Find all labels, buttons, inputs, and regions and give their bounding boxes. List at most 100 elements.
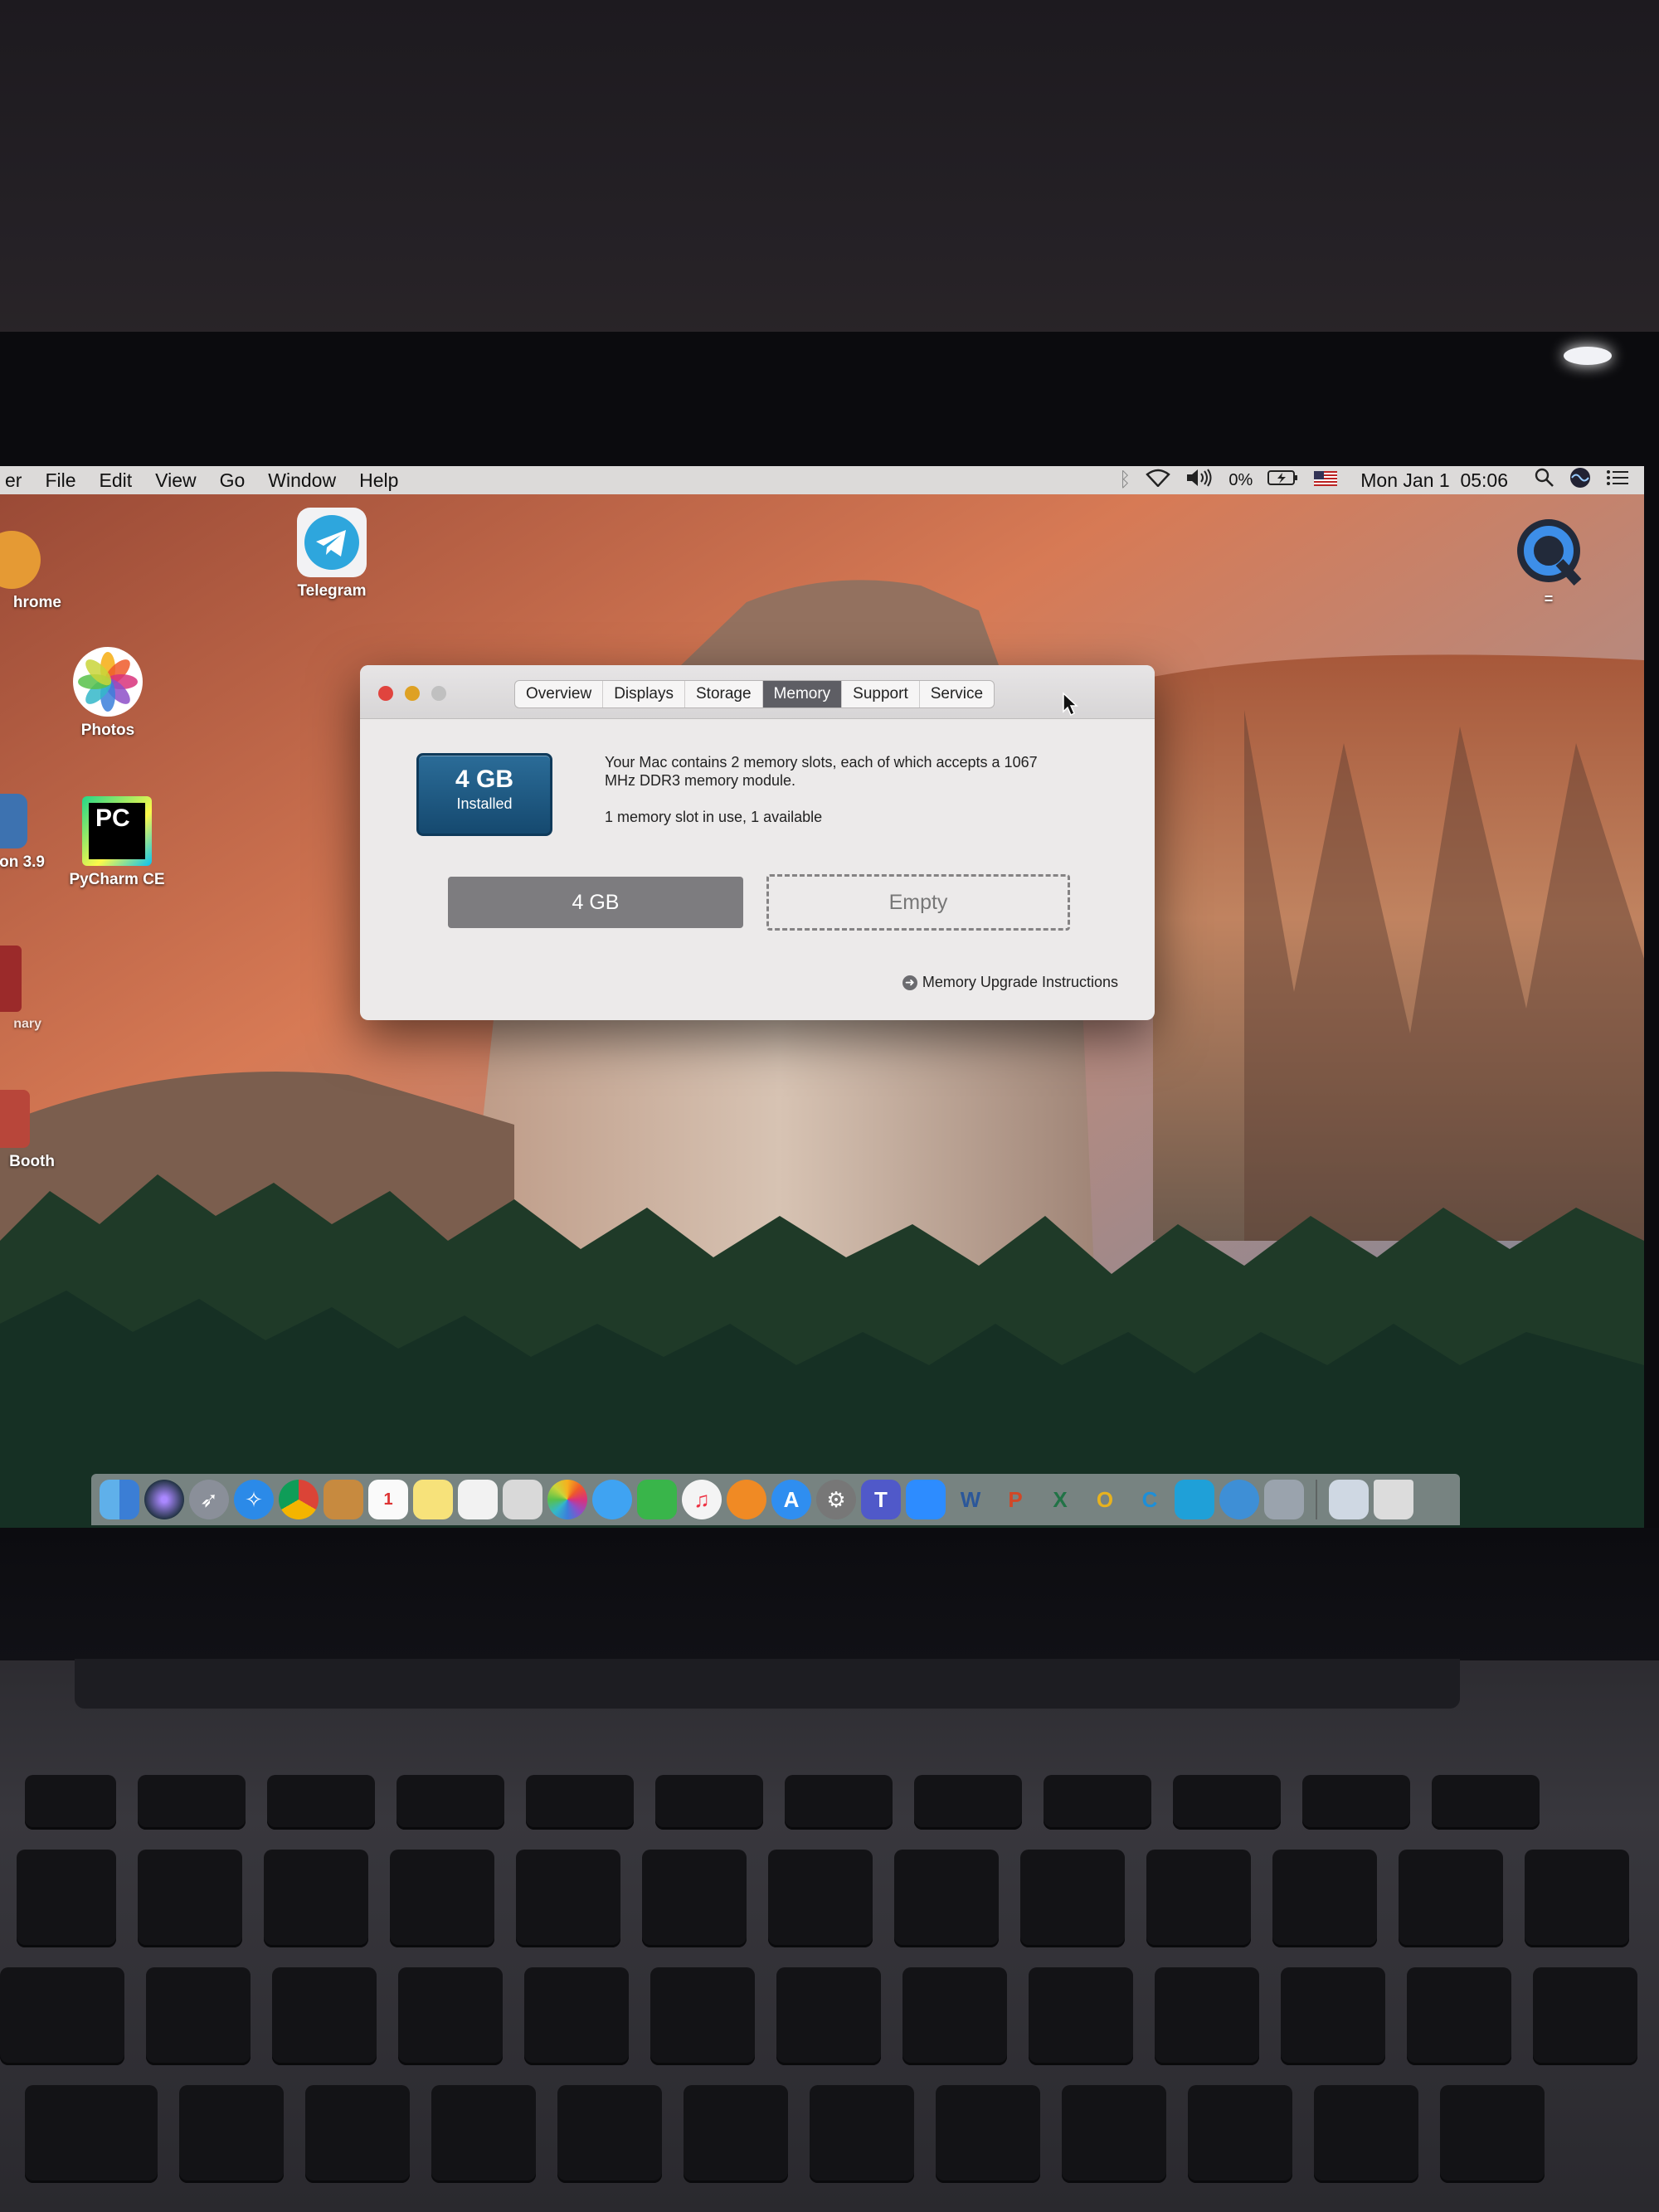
- calendar-icon[interactable]: 1: [368, 1480, 408, 1519]
- system-preferences-icon[interactable]: ⚙: [816, 1480, 856, 1519]
- menu-file[interactable]: File: [33, 469, 87, 492]
- books-icon[interactable]: [727, 1480, 766, 1519]
- network-icon[interactable]: [1219, 1480, 1259, 1519]
- menu-edit[interactable]: Edit: [88, 469, 144, 492]
- window-titlebar[interactable]: Overview Displays Storage Memory Support…: [360, 665, 1155, 719]
- contacts-icon[interactable]: [324, 1480, 363, 1519]
- spotlight-search-icon[interactable]: [1535, 468, 1554, 493]
- messages-icon[interactable]: [592, 1480, 632, 1519]
- wifi-icon[interactable]: [1146, 469, 1171, 493]
- installed-caption: Installed: [456, 795, 513, 812]
- memory-description: Your Mac contains 2 memory slots, each o…: [605, 754, 1038, 789]
- chrome-icon[interactable]: [279, 1480, 319, 1519]
- input-source-flag-icon[interactable]: [1314, 469, 1338, 492]
- photos-icon[interactable]: [547, 1480, 587, 1519]
- dock: ➶ ✧ 1 ♫ A ⚙ T W P X O C: [91, 1474, 1460, 1525]
- siri-icon[interactable]: [1569, 467, 1591, 494]
- slot-usage-text: 1 memory slot in use, 1 available: [605, 809, 823, 825]
- reminders-icon[interactable]: [458, 1480, 498, 1519]
- trash-icon[interactable]: [1374, 1480, 1413, 1519]
- menu-view[interactable]: View: [144, 469, 207, 492]
- number-key-row: [17, 1850, 1629, 1947]
- qwerty-key-row: [0, 1967, 1637, 2065]
- tab-overview[interactable]: Overview: [515, 681, 604, 707]
- desktop-icon-label: PyCharm CE: [69, 871, 165, 888]
- facetime-icon[interactable]: [637, 1480, 677, 1519]
- pycharm-icon: PC: [82, 796, 152, 866]
- tab-service[interactable]: Service: [920, 681, 994, 707]
- clock[interactable]: Mon Jan 1 05:06: [1360, 469, 1508, 492]
- desktop-icon-label: Telegram: [297, 582, 367, 600]
- word-icon[interactable]: W: [951, 1480, 990, 1519]
- close-button[interactable]: [378, 686, 393, 701]
- desktop-icon-label: nary: [13, 1017, 41, 1031]
- outlook-icon[interactable]: O: [1085, 1480, 1125, 1519]
- memory-upgrade-link[interactable]: ➜ Memory Upgrade Instructions: [902, 974, 1118, 991]
- tab-storage[interactable]: Storage: [685, 681, 763, 707]
- quicktime-icon: [1511, 516, 1586, 591]
- tab-displays[interactable]: Displays: [603, 681, 685, 707]
- notification-center-icon[interactable]: [1606, 469, 1629, 493]
- desktop-icon-label: Photos: [80, 722, 135, 739]
- desktop-icon-python[interactable]: on 3.9: [0, 794, 50, 872]
- hinge: [75, 1659, 1460, 1709]
- mouse-cursor-icon: [1062, 692, 1078, 721]
- excel-icon[interactable]: X: [1040, 1480, 1080, 1519]
- function-key-row: [25, 1775, 1540, 1830]
- safari-icon[interactable]: ✧: [234, 1480, 274, 1519]
- installed-amount: 4 GB: [455, 766, 514, 793]
- battery-icon[interactable]: [1267, 469, 1299, 492]
- tab-memory[interactable]: Memory: [762, 681, 843, 707]
- upgrade-link-label: Memory Upgrade Instructions: [922, 974, 1118, 990]
- bottom-bezel: [0, 1528, 1659, 1660]
- desktop-icon-pycharm[interactable]: PC PyCharm CE: [63, 796, 171, 889]
- battery-percent[interactable]: 0%: [1228, 471, 1253, 490]
- home-key-row: [25, 2085, 1545, 2183]
- status-area: ᛒ 0% Mon Jan 1 05:06: [1119, 466, 1629, 494]
- teams-icon[interactable]: T: [861, 1480, 901, 1519]
- onenote-icon[interactable]: C: [1130, 1480, 1170, 1519]
- finder-icon[interactable]: [100, 1480, 139, 1519]
- desktop-icon-quicktime[interactable]: =: [1503, 516, 1594, 608]
- memory-slot-1: 4 GB: [448, 877, 743, 928]
- desktop-icon-photos[interactable]: Photos: [58, 647, 158, 740]
- menu-bar: er File Edit View Go Window Help ᛒ 0% Mo…: [0, 466, 1644, 494]
- app-menu[interactable]: er: [0, 469, 33, 492]
- powerpoint-icon[interactable]: P: [995, 1480, 1035, 1519]
- photos-icon: [73, 647, 143, 717]
- memory-installed-badge: 4 GB Installed: [416, 753, 552, 836]
- light-reflection: [1564, 347, 1612, 365]
- menu-go[interactable]: Go: [208, 469, 257, 492]
- menu-window[interactable]: Window: [256, 469, 348, 492]
- chrome-icon: [0, 531, 41, 589]
- photo-booth-icon: [0, 1090, 30, 1148]
- preview-icon[interactable]: [503, 1480, 542, 1519]
- desktop-icon-chrome[interactable]: hrome: [0, 531, 61, 612]
- siri-icon[interactable]: [144, 1480, 184, 1519]
- launchpad-icon[interactable]: ➶: [189, 1480, 229, 1519]
- minimize-button[interactable]: [405, 686, 420, 701]
- desktop-icon-telegram[interactable]: Telegram: [282, 508, 382, 600]
- telegram-icon: [297, 508, 367, 577]
- volume-icon[interactable]: [1185, 468, 1214, 493]
- desktop-icon-label: on 3.9: [0, 853, 45, 871]
- about-this-mac-window: Overview Displays Storage Memory Support…: [360, 665, 1155, 1020]
- pycharm-glyph: PC: [89, 803, 145, 859]
- menu-help[interactable]: Help: [348, 469, 410, 492]
- tab-support[interactable]: Support: [842, 681, 920, 707]
- documents-icon[interactable]: [1329, 1480, 1369, 1519]
- notes-icon[interactable]: [413, 1480, 453, 1519]
- dictionary-icon: [0, 946, 22, 1012]
- desktop-icon-label: =: [1544, 591, 1554, 607]
- desktop-icon-dictionary[interactable]: nary: [0, 946, 41, 1032]
- skype-icon[interactable]: [1175, 1480, 1214, 1519]
- zoom-button[interactable]: [431, 686, 446, 701]
- music-icon[interactable]: ♫: [682, 1480, 722, 1519]
- app-store-icon[interactable]: A: [771, 1480, 811, 1519]
- desktop-icon-photo-booth[interactable]: Booth: [0, 1090, 55, 1171]
- desktop-icon-label: Booth: [9, 1153, 55, 1170]
- migration-icon[interactable]: [1264, 1480, 1304, 1519]
- bluetooth-icon[interactable]: ᛒ: [1119, 469, 1131, 492]
- screen: er File Edit View Go Window Help ᛒ 0% Mo…: [0, 466, 1644, 1528]
- zoom-icon[interactable]: [906, 1480, 946, 1519]
